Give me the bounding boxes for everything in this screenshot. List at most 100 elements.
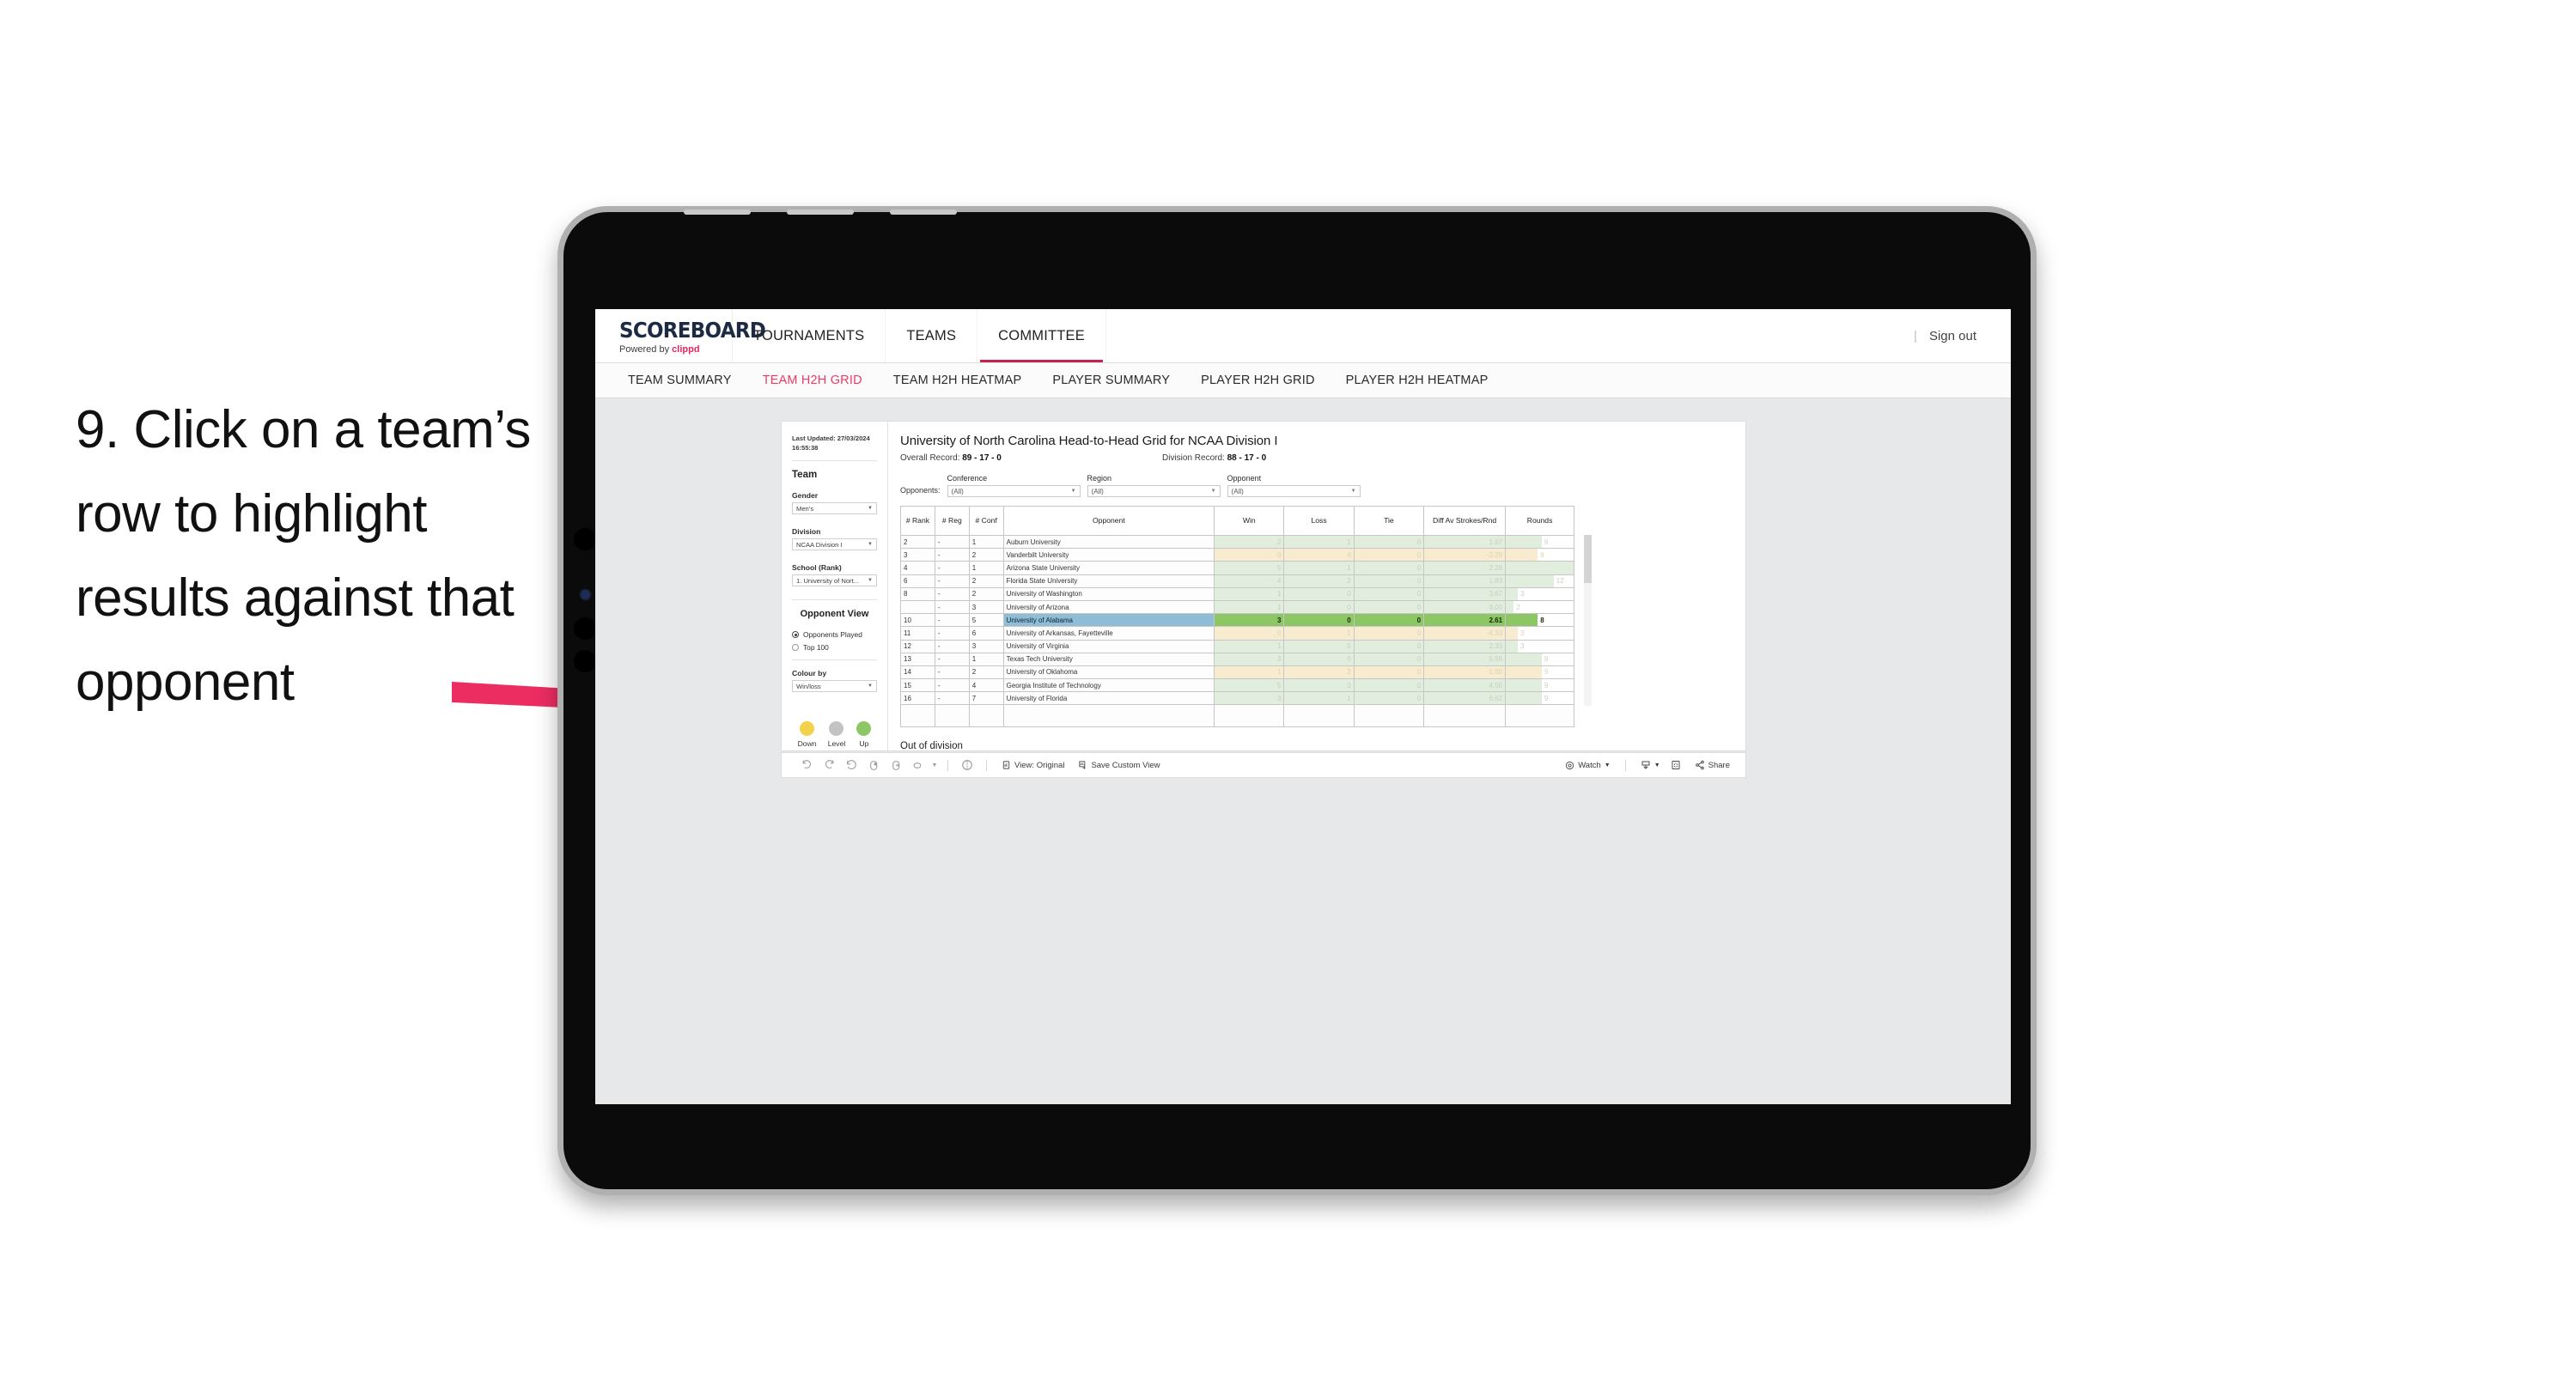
filter-select-region[interactable]: (All) ▼ [1087, 485, 1221, 497]
filter-select-conference[interactable]: (All) ▼ [947, 485, 1081, 497]
highlight-icon[interactable] [907, 754, 929, 776]
cell-reg: - [934, 691, 970, 706]
topnav-item-teams[interactable]: TEAMS [886, 309, 978, 362]
app-logo[interactable]: SCOREBOARD Powered by clippd [595, 309, 766, 362]
cell-diff: -1.00 [1423, 665, 1507, 680]
col-header-opponent[interactable]: Opponent [1002, 506, 1215, 536]
subnav-item-team-h2h-heatmap[interactable]: TEAM H2H HEATMAP [878, 374, 1038, 387]
radio-top-100[interactable]: Top 100 [792, 643, 877, 652]
chevron-down-icon: ▼ [868, 578, 873, 583]
subnav-item-team-h2h-grid[interactable]: TEAM H2H GRID [747, 374, 878, 387]
blank-cell [1353, 704, 1425, 728]
pause-icon[interactable] [885, 754, 907, 776]
table-row[interactable]: 2-1 Auburn University 2 1 0 1.67 9 [900, 534, 1574, 550]
revert-icon[interactable] [840, 754, 862, 776]
view-original-button[interactable]: View: Original [995, 754, 1071, 776]
subnav-item-player-summary[interactable]: PLAYER SUMMARY [1037, 374, 1185, 387]
col-header-win[interactable]: Win [1214, 506, 1285, 536]
topnav-item-tournaments[interactable]: TOURNAMENTS [733, 309, 886, 362]
save-custom-view-button[interactable]: Save Custom View [1071, 754, 1166, 776]
rounds-value: 9 [1544, 668, 1549, 677]
col-header-reg[interactable]: # Reg [934, 506, 970, 536]
subnav-item-player-h2h-grid[interactable]: PLAYER H2H GRID [1185, 374, 1330, 387]
table-row[interactable]: 8-2 University of Washington 1 0 0 3.67 3 [900, 586, 1574, 601]
table-row[interactable]: 14-2 University of Oklahoma 1 2 0 -1.00 9 [900, 665, 1574, 680]
col-header-rounds[interactable]: Rounds [1505, 506, 1574, 536]
col-header-loss[interactable]: Loss [1283, 506, 1355, 536]
fullscreen-button[interactable] [1664, 754, 1688, 776]
col-header-tie[interactable]: Tie [1353, 506, 1425, 536]
cell-diff: 1.67 [1423, 534, 1507, 550]
cell-rank: 8 [900, 586, 935, 601]
cell-rank [900, 599, 935, 615]
division-select[interactable]: NCAA Division I ▼ [792, 538, 877, 550]
table-row[interactable]: -3 University of Arizona 1 0 0 9.00 2 [900, 599, 1574, 615]
undo-icon[interactable] [795, 754, 818, 776]
table-row[interactable]: 11-6 University of Arkansas, Fayetteville… [900, 626, 1574, 641]
cell-opponent: Vanderbilt University [1002, 548, 1215, 562]
overall-record-value: 89 - 17 - 0 [962, 453, 1002, 463]
rounds-bar [1506, 575, 1554, 587]
topnav-item-committee[interactable]: COMMITTEE [977, 309, 1106, 362]
cell-rounds: 8 [1505, 548, 1574, 562]
h2h-grid-table: # Rank # Reg # Conf Opponent Win Loss Ti… [900, 506, 1574, 728]
cell-rounds: 9 [1505, 534, 1574, 550]
grid-scrollbar-thumb[interactable] [1584, 535, 1592, 583]
col-header-diff[interactable]: Diff Av Strokes/Rnd [1423, 506, 1507, 536]
table-row[interactable]: 16-7 University of Florida 3 1 0 6.62 9 [900, 691, 1574, 706]
colour-by-select[interactable]: Win/loss ▼ [792, 680, 877, 692]
blank-cell [1002, 704, 1215, 728]
signout-link[interactable]: Sign out [1929, 329, 1976, 343]
filter-select-opponent[interactable]: (All) ▼ [1227, 485, 1361, 497]
filter-caption-region: Region [1087, 474, 1112, 483]
table-row[interactable]: 4-1Arizona State University5102.2817 [900, 561, 1574, 575]
redo-icon[interactable] [818, 754, 840, 776]
table-row[interactable]: 15-4 Georgia Institute of Technology 5 0 0 4.… [900, 678, 1574, 693]
clear-sheet-icon[interactable] [956, 754, 978, 776]
table-row[interactable]: 10-5 University of Alabama 3 0 0 2.61 8 [900, 613, 1574, 628]
cell-win: 1 [1214, 665, 1285, 680]
cell-rounds: 9 [1505, 652, 1574, 666]
sidebar-divider-1 [792, 460, 877, 461]
grid-vertical-scrollbar[interactable] [1584, 535, 1592, 706]
h2h-grid-body: 2-1 Auburn University 2 1 0 1.67 9 3-2 Vanderbil… [900, 534, 1574, 728]
radio-opponents-played[interactable]: Opponents Played [792, 630, 877, 639]
table-row[interactable]: 6-2 Florida State University 4 2 0 1.83 12 [900, 574, 1574, 588]
refresh-icon[interactable] [862, 754, 885, 776]
subnav-item-player-h2h-heatmap[interactable]: PLAYER H2H HEATMAP [1331, 374, 1504, 387]
subnav-item-team-summary[interactable]: TEAM SUMMARY [612, 374, 747, 387]
cell-win: 1 [1214, 639, 1285, 653]
chevron-down-icon[interactable]: ▼ [929, 754, 940, 776]
cell-win: 3 [1214, 613, 1285, 628]
table-row[interactable]: 13-1 Texas Tech University 3 0 0 5.56 9 [900, 652, 1574, 666]
gender-select[interactable]: Men’s ▼ [792, 502, 877, 514]
watch-button[interactable]: Watch ▼ [1558, 754, 1617, 776]
col-header-rank[interactable]: # Rank [900, 506, 935, 536]
share-button[interactable]: Share [1688, 754, 1745, 776]
cell-opponent: Georgia Institute of Technology [1002, 678, 1215, 693]
blank-cell [1505, 704, 1574, 728]
cell-opponent: University of Arkansas, Fayetteville [1002, 626, 1215, 641]
gender-value: Men’s [796, 504, 814, 513]
opponent-view-heading: Opponent View [800, 609, 869, 619]
cell-rounds: 9 [1505, 665, 1574, 680]
cell-tie: 0 [1353, 548, 1425, 562]
download-button[interactable]: ▼ [1634, 754, 1664, 776]
col-header-conf[interactable]: # Conf [968, 506, 1004, 536]
sidebar-divider-2 [792, 599, 877, 600]
rounds-bar [1506, 692, 1542, 704]
cell-tie: 0 [1353, 561, 1425, 575]
table-row[interactable]: 3-2 Vanderbilt University 0 4 0 -2.29 8 [900, 548, 1574, 562]
division-record-label: Division Record: [1162, 453, 1225, 463]
speaker-grille-mid [787, 210, 854, 215]
cell-opponent: Florida State University [1002, 574, 1215, 588]
grid-content: University of North Carolina Head-to-Hea… [888, 422, 1745, 750]
rounds-bar [1506, 601, 1514, 613]
cell-conf: 3 [968, 639, 1004, 653]
school-select[interactable]: 1. University of Nort... ▼ [792, 574, 877, 586]
logo-tagline-prefix: Powered by [619, 343, 673, 355]
legend-item-level: Level [828, 721, 845, 748]
cell-conf: 7 [968, 691, 1004, 706]
cell-win: 0 [1214, 548, 1285, 562]
table-row[interactable]: 12-3 University of Virginia 1 0 0 2.33 3 [900, 639, 1574, 653]
